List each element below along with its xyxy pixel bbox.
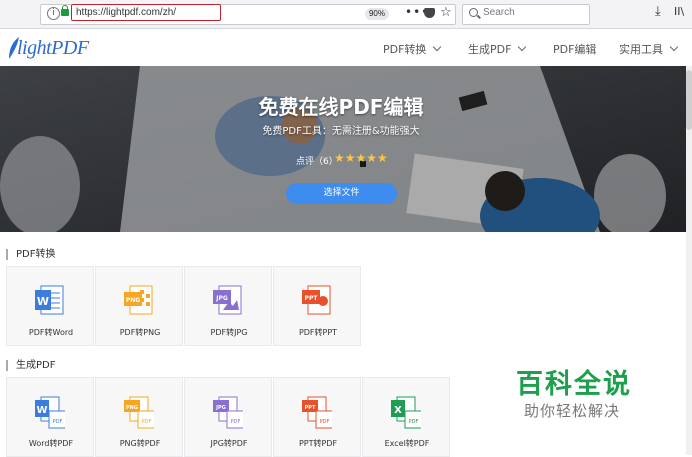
scrollbar-thumb[interactable] [686, 70, 692, 130]
png-icon-text: PNG [126, 297, 140, 304]
png-to-pdf-icon: PNG PDF [124, 396, 154, 429]
excel-to-pdf-icon: X PDF [391, 396, 421, 429]
card-pdf-to-png[interactable]: PNG PDF转PNG [95, 266, 183, 346]
watermark-title: 百科全说 [516, 369, 632, 400]
card-label: PNG转PDF [119, 439, 161, 448]
card-word-to-pdf[interactable]: W PDF Word转PDF [6, 377, 94, 457]
pdf-badge-text: PDF [142, 419, 152, 425]
nav-tools[interactable]: 实用工具 [619, 41, 679, 57]
watermark-subtitle: 助你轻松解决 [524, 402, 621, 420]
nav-create-pdf[interactable]: 生成PDF [468, 41, 527, 57]
card-label: PDF转JPG [210, 328, 248, 337]
jpg-to-pdf-icon-text: JPG [215, 405, 226, 411]
section-title-pdf-convert: PDF转换 [6, 249, 55, 260]
jpg-to-pdf-icon: JPG PDF [213, 396, 243, 429]
card-pdf-to-jpg[interactable]: JPG PDF转JPG [184, 266, 272, 346]
search-placeholder: Search [483, 7, 515, 18]
logo-text: lightPDF [17, 37, 89, 59]
bookmark-star-icon[interactable]: ☆ [440, 5, 452, 20]
rating-stars[interactable]: ★★★★★ [334, 151, 388, 165]
logo[interactable]: lightPDF [7, 33, 89, 61]
card-label: JPG转PDF [210, 439, 248, 448]
hero-subtitle: 免费PDF工具：无需注册&功能强大 [262, 126, 420, 137]
card-label: PPT转PDF [298, 439, 338, 448]
pdf-badge-text: PDF [409, 419, 419, 425]
card-excel-to-pdf[interactable]: X PDF Excel转PDF [362, 377, 450, 457]
hero-title: 免费在线PDF编辑 [258, 95, 424, 119]
url-text[interactable]: https://lightpdf.com/zh/ [71, 4, 221, 21]
chevron-down-icon [669, 42, 679, 52]
info-icon[interactable]: i [47, 7, 60, 20]
jpg-icon: JPG [213, 285, 242, 315]
nav-label: PDF转换 [383, 43, 427, 56]
word-icon: W [35, 285, 64, 315]
zoom-level-badge[interactable]: 90% [365, 8, 389, 20]
card-label: Excel转PDF [384, 439, 430, 448]
card-label: PDF转PPT [298, 328, 338, 337]
pdf-badge-text: PDF [53, 419, 63, 425]
rating-text: 点评（6） [296, 157, 338, 167]
card-pdf-to-ppt[interactable]: PPT PDF转PPT [273, 266, 361, 346]
card-label: Word转PDF [28, 439, 74, 448]
card-ppt-to-pdf[interactable]: PPT PDF PPT转PDF [273, 377, 361, 457]
search-input[interactable]: Search [462, 4, 590, 25]
chevron-down-icon [433, 42, 442, 52]
ppt-icon-text: PPT [305, 295, 319, 302]
card-png-to-pdf[interactable]: PNG PDF PNG转PDF [95, 377, 183, 457]
jpg-icon-text: JPG [215, 295, 228, 302]
address-bar[interactable]: i https://lightpdf.com/zh/ 90% ••• ☆ [40, 4, 456, 25]
ppt-to-pdf-icon-text: PPT [305, 405, 316, 411]
section-title-create-pdf: 生成PDF [6, 360, 55, 371]
word-to-pdf-icon: W PDF [35, 396, 65, 429]
search-icon [469, 8, 478, 17]
card-pdf-to-word[interactable]: W PDF转Word [6, 266, 94, 346]
hero-banner: 免费在线PDF编辑 免费PDF工具：无需注册&功能强大 点评（6） ★★★★★ … [0, 66, 692, 232]
browser-toolbar: i https://lightpdf.com/zh/ 90% ••• ☆ Sea… [0, 0, 692, 29]
ppt-icon: PPT [302, 285, 331, 315]
card-jpg-to-pdf[interactable]: JPG PDF JPG转PDF [184, 377, 272, 457]
lock-icon [61, 5, 69, 16]
nav-pdf-convert[interactable]: PDF转换 [383, 41, 442, 57]
word-icon-letter: W [37, 295, 49, 308]
card-label: PDF转PNG [119, 328, 161, 337]
pdf-badge-text: PDF [231, 419, 241, 425]
site-header: lightPDF PDF转换 生成PDF PDF编辑 实用工具 [0, 29, 692, 67]
nav-label: PDF编辑 [553, 43, 597, 56]
nav-label: 生成PDF [468, 43, 512, 56]
nav-pdf-edit[interactable]: PDF编辑 [553, 41, 596, 57]
pdf-badge-text: PDF [320, 419, 330, 425]
card-label: PDF转Word [28, 328, 74, 337]
download-icon[interactable]: ⤓ [655, 5, 661, 18]
choose-file-button[interactable]: 选择文件 [286, 183, 397, 204]
word-to-pdf-icon-letter: W [36, 405, 47, 416]
pocket-icon[interactable] [424, 8, 435, 18]
ppt-to-pdf-icon: PPT PDF [302, 396, 332, 429]
png-to-pdf-icon-text: PNG [126, 405, 138, 411]
chevron-down-icon [518, 42, 527, 52]
png-icon: PNG [124, 285, 153, 315]
nav-label: 实用工具 [619, 43, 663, 56]
library-icon[interactable]: II\ [674, 6, 684, 18]
excel-to-pdf-icon-letter: X [394, 405, 402, 416]
